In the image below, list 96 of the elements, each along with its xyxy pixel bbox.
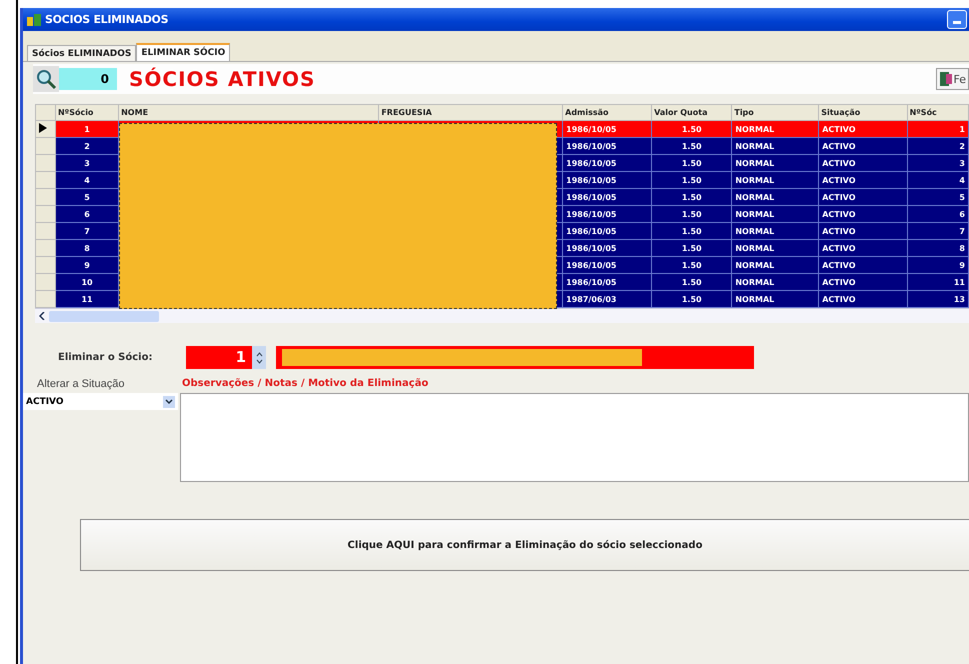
- table-cell: 6: [84, 210, 90, 218]
- minimize-button[interactable]: [947, 10, 967, 29]
- table-cell: NORMAL: [735, 158, 774, 168]
- app-icon: [27, 14, 41, 26]
- table-cell: 9: [959, 260, 965, 270]
- column-header[interactable]: NºSócio: [55, 104, 119, 120]
- table-cell: 9: [84, 260, 90, 270]
- table-cell: 10: [81, 278, 93, 286]
- column-header[interactable]: Admissão: [562, 104, 652, 120]
- table-cell: 1986/10/05: [566, 244, 616, 252]
- search-button[interactable]: [33, 66, 59, 92]
- door-icon: [938, 71, 952, 87]
- table-cell: 1986/10/05: [566, 124, 616, 134]
- table-cell: 1.50: [682, 294, 702, 304]
- table-cell: 1.50: [682, 176, 702, 184]
- column-header[interactable]: FREGUESIA: [378, 104, 563, 120]
- table-cell: 11: [81, 294, 93, 304]
- table-cell: 3: [84, 158, 90, 168]
- column-header[interactable]: Valor Quota: [652, 104, 732, 120]
- table-cell: 8: [959, 244, 965, 252]
- table-cell: NORMAL: [735, 192, 774, 202]
- table-cell: 11: [954, 278, 965, 286]
- table-cell: 5: [84, 192, 90, 202]
- notes-textarea[interactable]: [180, 393, 969, 482]
- table-cell: NORMAL: [735, 124, 774, 134]
- table-cell: ACTIVO: [822, 260, 856, 270]
- horizontal-scrollbar[interactable]: [35, 308, 969, 323]
- table-cell: NORMAL: [735, 210, 774, 218]
- table-cell: NORMAL: [735, 260, 774, 270]
- table-cell: 1986/10/05: [566, 260, 616, 270]
- table-cell: 1.50: [682, 244, 702, 252]
- table-cell: 1986/10/05: [566, 210, 616, 218]
- table-cell: 1.50: [682, 142, 702, 150]
- tab[interactable]: ELIMINAR SÓCIO: [136, 43, 230, 61]
- table-cell: 1986/10/05: [566, 192, 616, 202]
- status-dropdown[interactable]: ACTIVO: [23, 393, 178, 410]
- table-cell: NORMAL: [735, 226, 774, 236]
- table-cell: 1.50: [682, 260, 702, 270]
- exit-button[interactable]: Fe: [936, 68, 969, 90]
- scroll-left-icon: [39, 312, 45, 320]
- table-cell: 1986/10/05: [566, 226, 616, 236]
- table-cell: NORMAL: [735, 278, 774, 286]
- count-field: 0: [59, 68, 117, 90]
- table-cell: 1: [84, 124, 90, 134]
- table-cell: 4: [84, 176, 90, 184]
- table-cell: ACTIVO: [822, 210, 856, 218]
- table-cell: 2: [959, 142, 965, 150]
- table-cell: 1.50: [682, 158, 702, 168]
- column-header[interactable]: NºSóc: [907, 104, 968, 120]
- table-cell: 1.50: [682, 226, 702, 236]
- table-cell: 1.50: [682, 278, 702, 286]
- current-row-icon: [39, 123, 47, 133]
- column-header[interactable]: NOME: [118, 104, 379, 120]
- table-cell: 2: [84, 142, 90, 150]
- section-heading: SÓCIOS ATIVOS: [129, 67, 316, 91]
- table-cell: NORMAL: [735, 294, 774, 304]
- tab[interactable]: Sócios ELIMINADOS: [27, 45, 136, 61]
- member-name-field[interactable]: [276, 346, 754, 369]
- table-cell: 5: [959, 192, 965, 202]
- table-cell: NORMAL: [735, 176, 774, 184]
- table-cell: ACTIVO: [822, 294, 856, 304]
- table-cell: ACTIVO: [822, 142, 856, 150]
- field-label: Observações / Notas / Motivo da Eliminação: [182, 378, 428, 390]
- table-cell: ACTIVO: [822, 124, 856, 134]
- table-cell: 7: [959, 226, 965, 236]
- table-cell: 4: [959, 176, 965, 184]
- table-cell: ACTIVO: [822, 158, 856, 168]
- table-cell: 1986/10/05: [566, 142, 616, 150]
- confirm-button[interactable]: Clique AQUI para confirmar a Eliminação do sócio seleccionado: [80, 519, 969, 571]
- table-cell: 1: [959, 124, 965, 134]
- minimize-icon: [953, 21, 961, 24]
- field-label: Alterar a Situação: [37, 378, 126, 390]
- table-cell: ACTIVO: [822, 176, 856, 184]
- table-cell: 1.50: [682, 192, 702, 202]
- table-cell: 7: [84, 226, 90, 236]
- table-cell: 1986/10/05: [566, 176, 616, 184]
- table-cell: 1.50: [682, 210, 702, 218]
- table-cell: ACTIVO: [822, 244, 856, 252]
- column-header[interactable]: Tipo: [732, 104, 819, 120]
- table-cell: 1.50: [682, 124, 702, 134]
- table-cell: 1987/06/03: [566, 294, 616, 304]
- column-header[interactable]: Situação: [818, 104, 908, 120]
- table-cell: 6: [959, 210, 965, 218]
- table-cell: NORMAL: [735, 244, 774, 252]
- table-cell: ACTIVO: [822, 278, 856, 286]
- table-cell: 13: [954, 294, 965, 304]
- field-label: Eliminar o Sócio:: [58, 352, 154, 363]
- table-cell: 1986/10/05: [566, 278, 616, 286]
- table-cell: 1986/10/05: [566, 158, 616, 168]
- table-cell: ACTIVO: [822, 226, 856, 236]
- table-cell: ACTIVO: [822, 192, 856, 202]
- table-cell: 8: [84, 244, 90, 252]
- member-number-spinner[interactable]: 1: [186, 346, 266, 369]
- window-title: SOCIOS ELIMINADOS: [45, 13, 168, 26]
- table-cell: NORMAL: [735, 142, 774, 150]
- table-cell: 3: [959, 158, 965, 168]
